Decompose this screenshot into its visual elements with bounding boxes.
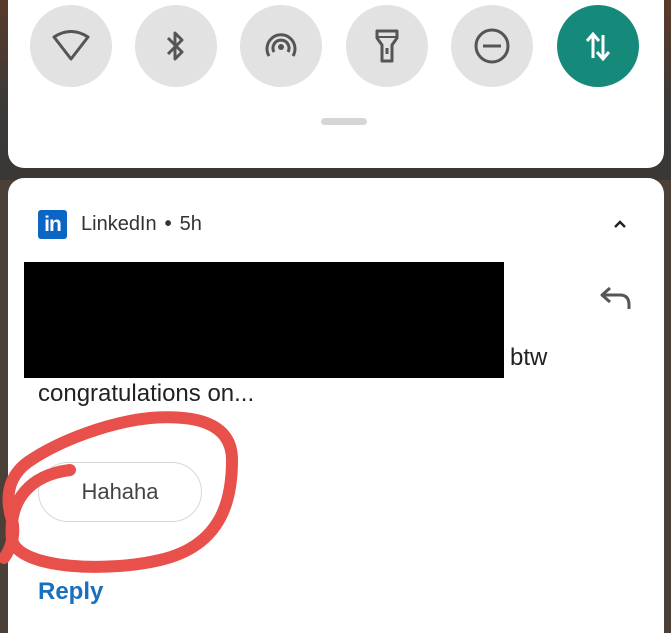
panel-drag-handle[interactable] [321,118,367,125]
reply-arrow-icon[interactable] [598,282,634,312]
flashlight-tile[interactable] [346,5,428,87]
wifi-icon [52,30,90,61]
linkedin-logo-icon: in [38,209,67,239]
do-not-disturb-tile[interactable] [451,5,533,87]
notification-header: in LinkedIn • 5h [38,209,202,239]
app-name: LinkedIn [81,212,157,235]
flashlight-icon [375,29,399,63]
hotspot-icon [265,33,297,57]
bluetooth-tile[interactable] [135,5,217,87]
message-text-tail: btw [510,344,548,371]
redacted-sender-block [24,262,504,378]
mobile-data-tile[interactable] [557,5,639,87]
linkedin-notification-card[interactable]: in LinkedIn • 5h btw congratulations on.… [8,178,664,633]
reply-button[interactable]: Reply [38,578,103,606]
smart-reply-chip[interactable]: Hahaha [38,462,202,522]
header-separator: • [164,212,172,235]
do-not-disturb-icon [474,28,510,64]
wifi-tile[interactable] [30,5,112,87]
bluetooth-icon [166,31,184,61]
hotspot-tile[interactable] [240,5,322,87]
quick-settings-panel [8,0,664,168]
message-text-line: congratulations on... [38,380,255,407]
notification-time: 5h [179,212,202,235]
mobile-data-icon [585,31,611,62]
chevron-up-icon[interactable] [610,214,630,234]
